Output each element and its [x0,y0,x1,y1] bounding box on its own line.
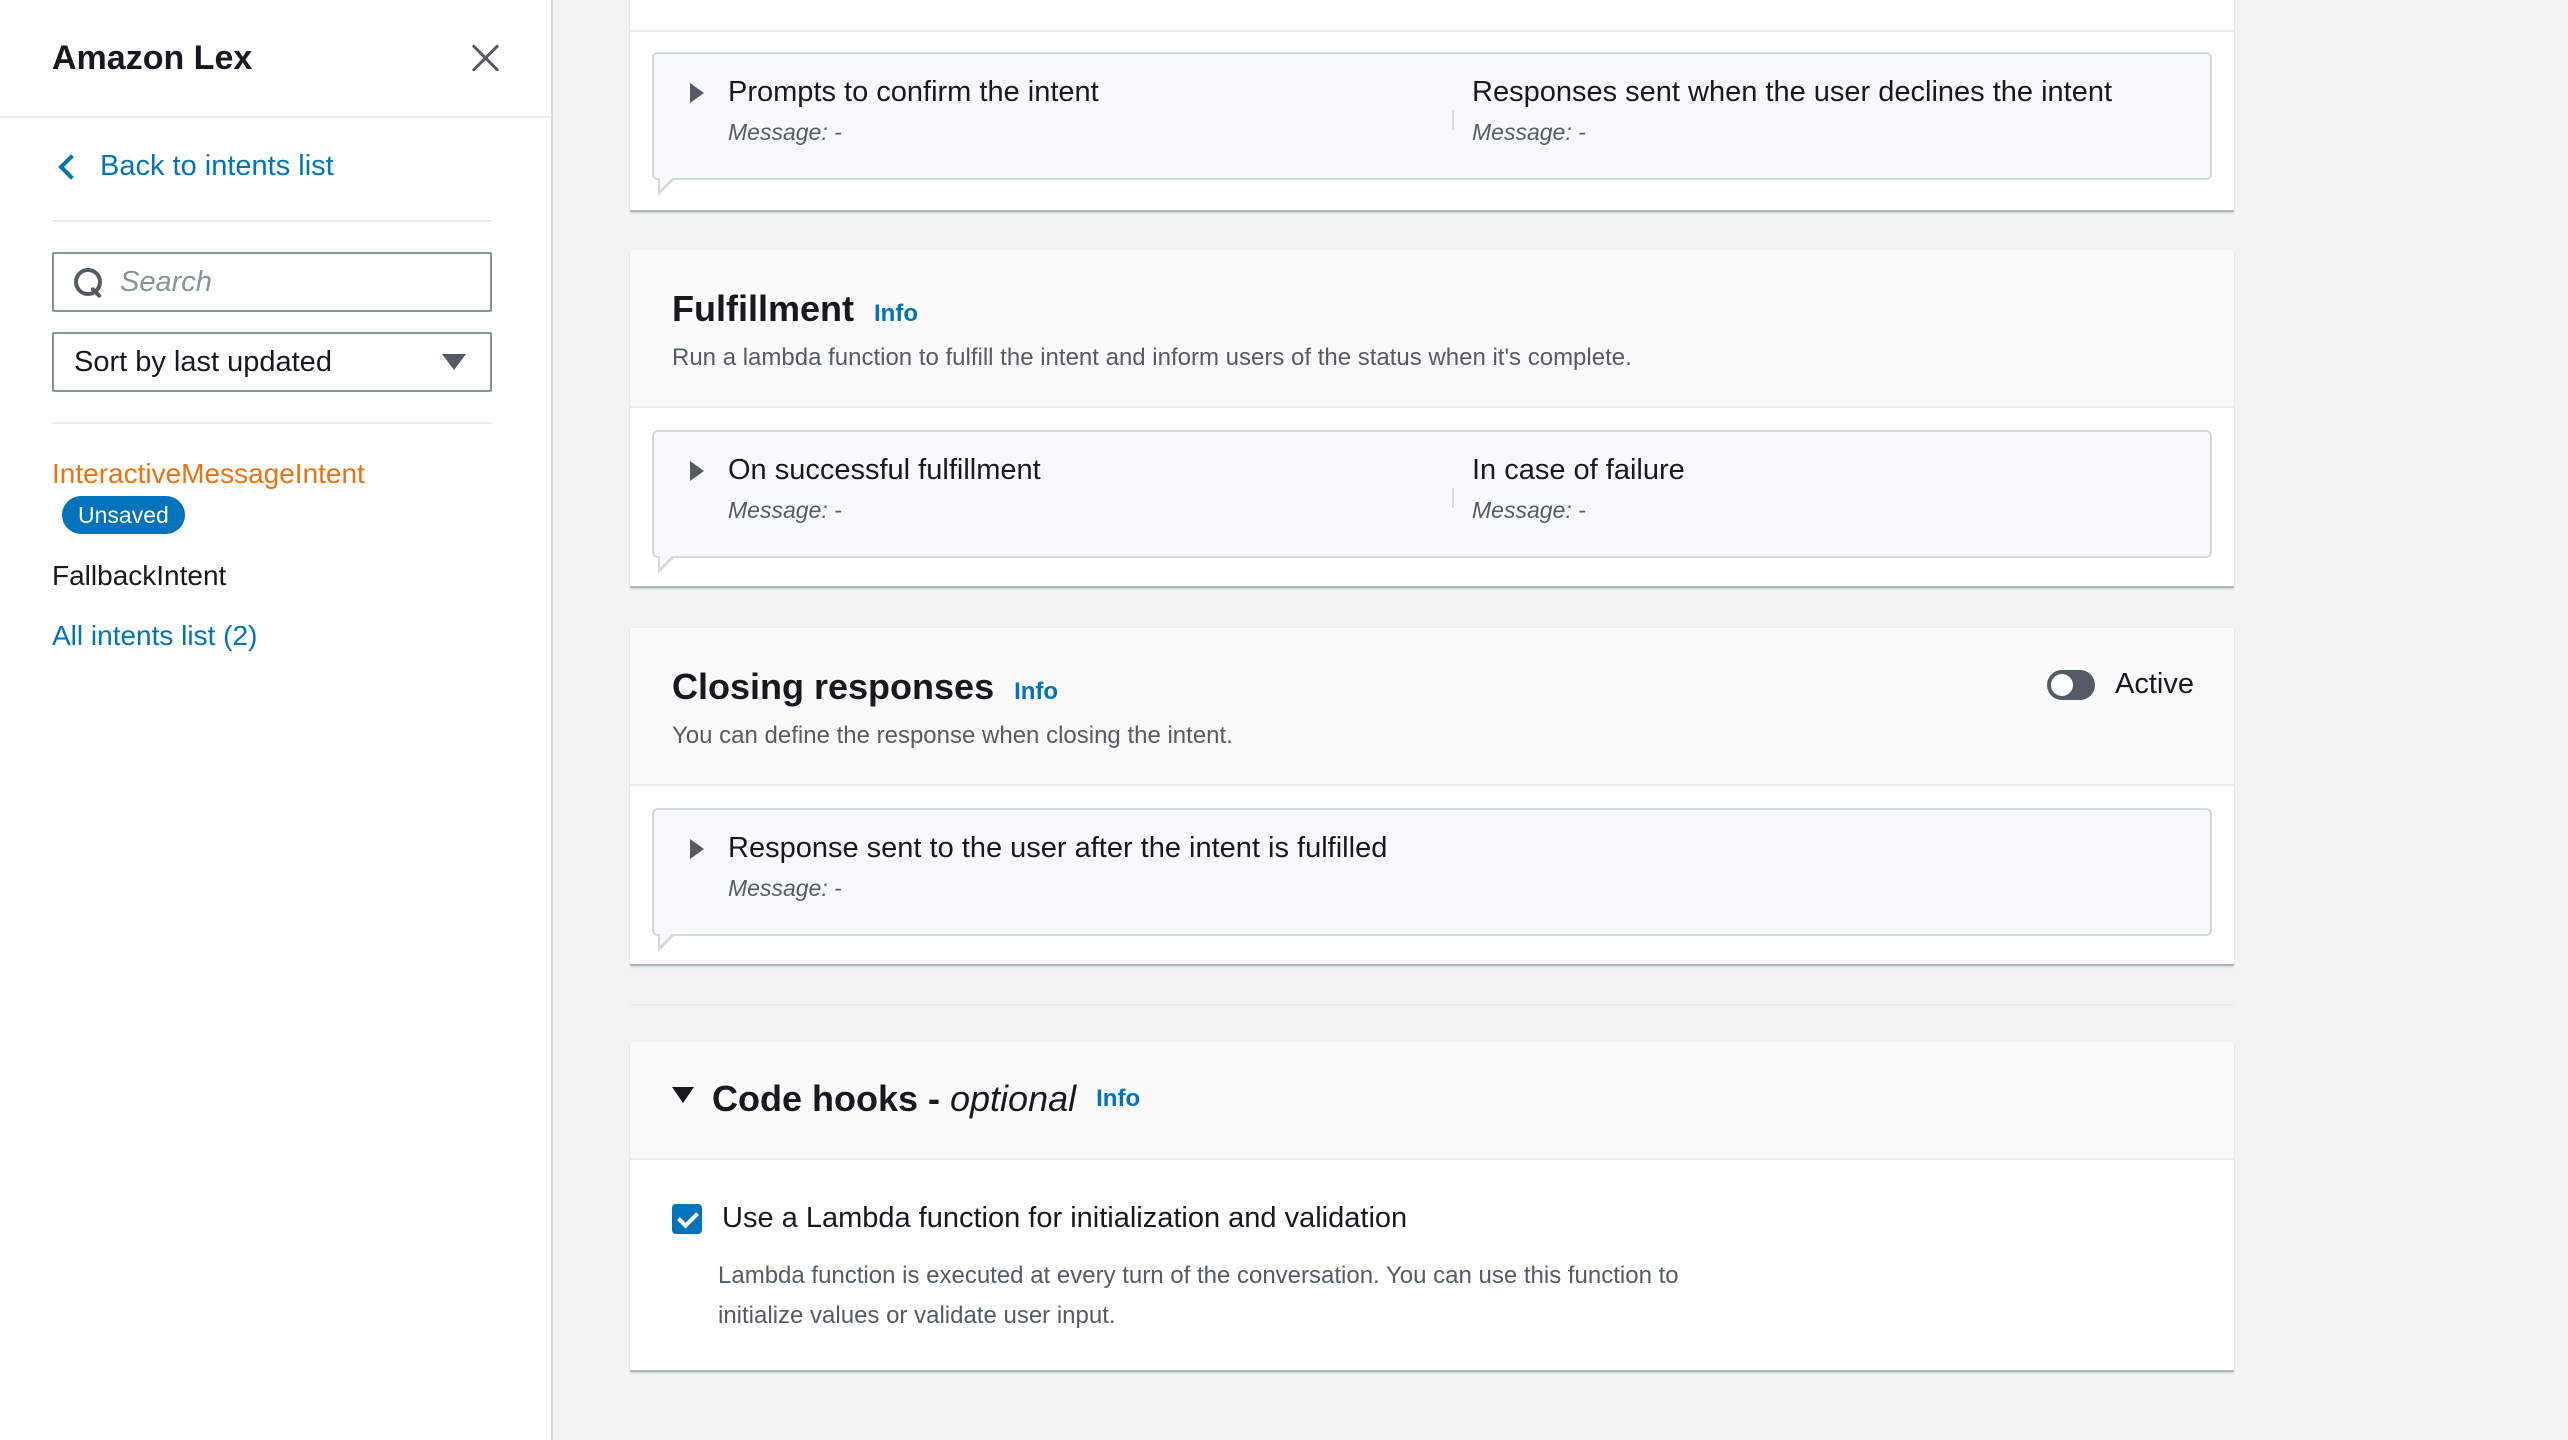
closing-response-title: Response sent to the user after the inte… [728,832,1388,864]
lambda-checkbox[interactable] [672,1203,702,1234]
panel-divider [630,30,2234,32]
caret-right-icon [690,82,704,103]
help-line: Lambda function is executed at every tur… [718,1262,1679,1289]
active-toggle[interactable]: Active [2047,668,2194,701]
fulfillment-message-card: On successful fulfillment Message: - In … [652,430,2212,574]
fulfillment-title: Fulfillment [672,288,854,329]
code-hooks-info-link[interactable]: Info [1096,1085,1140,1113]
closing-title: Closing responses [672,666,995,707]
intent-item-active[interactable]: InteractiveMessageIntent [52,458,365,490]
lambda-checkbox-label[interactable]: Use a Lambda function for initialization… [722,1202,1407,1235]
sidebar-divider [52,220,492,222]
fulfillment-header: Fulfillment Info Run a lambda function t… [630,250,2234,408]
failure-title[interactable]: In case of failure [1472,454,1685,487]
fulfillment-info-link[interactable]: Info [874,300,918,328]
column-divider [1452,488,1454,508]
code-hooks-header[interactable]: Code hooks - optional Info [630,1042,2234,1160]
sidebar-divider [52,422,492,424]
unsaved-badge: Unsaved [62,496,185,534]
closing-responses-panel: Closing responses Info You can define th… [630,628,2234,966]
confirmation-message-card: Prompts to confirm the intent Message: -… [652,52,2212,196]
back-link-label: Back to intents list [100,150,334,182]
sidebar-title: Amazon Lex [52,38,253,77]
search-field[interactable] [52,252,492,312]
decline-responses-title[interactable]: Responses sent when the user declines th… [1472,76,2112,109]
confirm-prompts-column: Prompts to confirm the intent Message: - [690,76,1099,146]
intents-sidebar: Amazon Lex Back to intents list Sort by … [0,0,553,1440]
section-divider [630,1004,2234,1006]
all-intents-link[interactable]: All intents list (2) [52,620,257,652]
close-icon[interactable] [465,38,505,78]
closing-header: Closing responses Info You can define th… [630,628,2234,786]
closing-info-link[interactable]: Info [1014,678,1058,706]
decline-responses-message: Message: - [1472,119,1586,145]
caret-right-icon [690,838,704,859]
code-hooks-panel: Code hooks - optional Info Use a Lambda … [630,1042,2234,1372]
closing-message-card: Response sent to the user after the inte… [652,808,2212,952]
failure-message: Message: - [1472,497,1586,523]
failure-column: In case of failure Message: - [1472,454,1685,524]
lambda-help-text: Lambda function is executed at every tur… [718,1256,1679,1336]
closing-response-message: Message: - [728,875,842,901]
toggle-switch[interactable] [2047,669,2096,700]
success-fulfillment-title: On successful fulfillment [728,454,1041,486]
intent-item[interactable]: FallbackIntent [52,560,226,592]
caret-down-icon [672,1087,694,1103]
back-to-intents-link[interactable]: Back to intents list [56,150,334,183]
closing-description: You can define the response when closing… [672,722,1233,749]
confirm-prompts-toggle[interactable]: Prompts to confirm the intent [690,76,1099,109]
sort-select-value: Sort by last updated [74,345,332,378]
success-fulfillment-message: Message: - [728,497,842,523]
card-tail [658,932,676,952]
toggle-label: Active [2115,668,2194,700]
fulfillment-panel: Fulfillment Info Run a lambda function t… [630,250,2234,588]
sidebar-header: Amazon Lex [0,0,551,118]
column-divider [1452,110,1454,130]
lambda-checkbox-row: Use a Lambda function for initialization… [672,1202,1407,1235]
code-hooks-title: Code hooks - optional [712,1078,1077,1119]
success-fulfillment-toggle[interactable]: On successful fulfillment [690,454,1041,487]
closing-response-toggle[interactable]: Response sent to the user after the inte… [690,832,1387,865]
card-tail [658,554,676,574]
card-tail [658,176,676,196]
search-icon [72,266,104,298]
search-input[interactable] [120,265,480,299]
success-column: On successful fulfillment Message: - [690,454,1041,524]
caret-right-icon [690,460,704,481]
chevron-left-icon [58,153,84,180]
decline-responses-column: Responses sent when the user declines th… [1472,76,2112,146]
help-line: initialize values or validate user input… [718,1302,1116,1329]
confirmation-panel: Prompts to confirm the intent Message: -… [630,0,2234,212]
confirm-prompts-message: Message: - [728,119,842,145]
confirm-prompts-title: Prompts to confirm the intent [728,76,1099,108]
closing-response-column: Response sent to the user after the inte… [690,832,1387,902]
caret-down-icon [442,354,466,370]
sort-select[interactable]: Sort by last updated [52,332,492,392]
fulfillment-description: Run a lambda function to fulfill the int… [672,344,1632,371]
